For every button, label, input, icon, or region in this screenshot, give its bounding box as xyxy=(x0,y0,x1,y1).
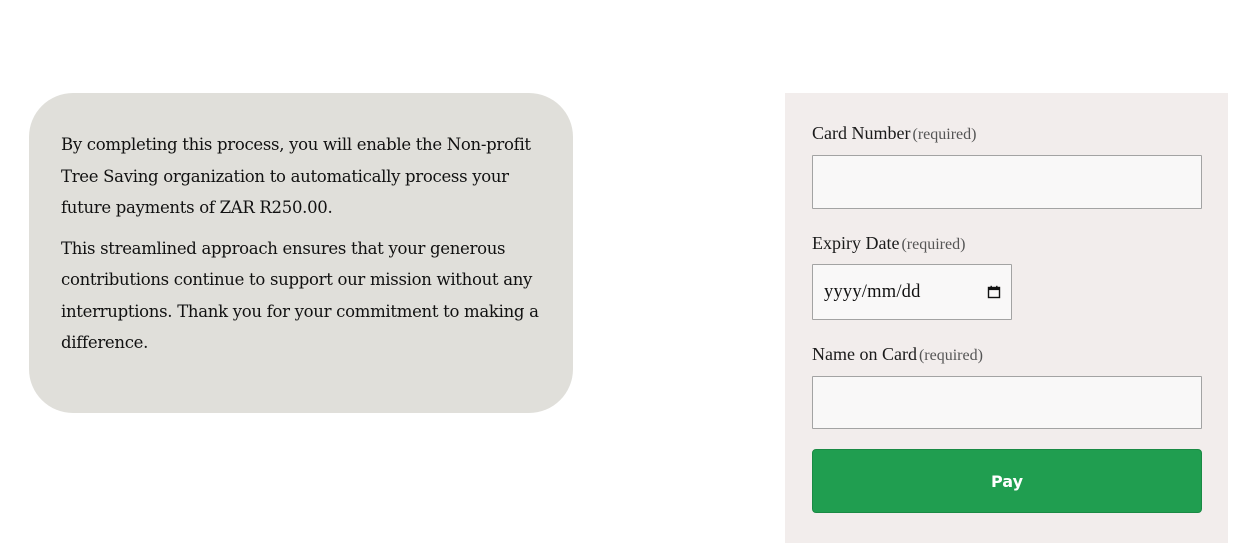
name-on-card-label-text: Name on Card xyxy=(812,344,917,364)
name-on-card-required-text: (required) xyxy=(918,347,983,364)
info-paragraph-2: This streamlined approach ensures that y… xyxy=(61,238,539,353)
expiry-date-placeholder: yyyy/mm/dd xyxy=(824,281,921,302)
calendar-icon[interactable] xyxy=(987,285,1001,299)
card-number-input[interactable] xyxy=(812,155,1202,209)
info-paragraph-1: By completing this process, you will ena… xyxy=(61,135,531,217)
card-number-label-text: Card Number xyxy=(812,123,911,143)
expiry-date-label: Expiry Date (required) xyxy=(812,233,965,254)
pay-button[interactable]: Pay xyxy=(812,449,1202,513)
info-card: By completing this process, you will ena… xyxy=(29,93,573,413)
expiry-date-required-text: (required) xyxy=(901,236,966,253)
card-number-required-text: (required) xyxy=(912,126,977,143)
card-number-label: Card Number (required) xyxy=(812,123,976,144)
payment-form: Card Number (required) Expiry Date (requir… xyxy=(785,93,1228,543)
expiry-date-input[interactable]: yyyy/mm/dd xyxy=(812,264,1012,320)
page: By completing this process, you will ena… xyxy=(0,0,1252,543)
name-on-card-label: Name on Card (required) xyxy=(812,344,983,365)
expiry-date-label-text: Expiry Date xyxy=(812,233,900,253)
name-on-card-input[interactable] xyxy=(812,376,1202,429)
